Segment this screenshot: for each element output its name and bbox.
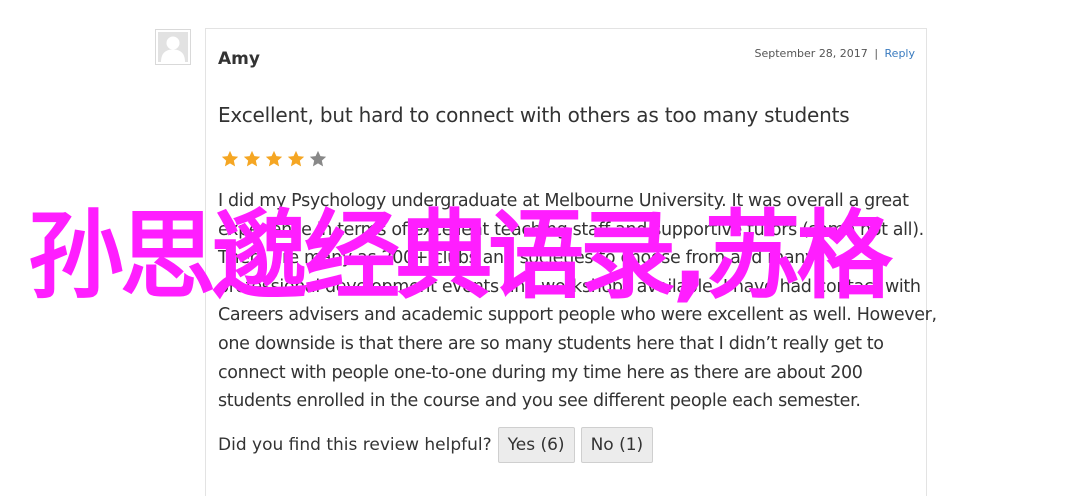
review-body-line: experience in terms of excellent teachin… xyxy=(218,219,924,240)
helpful-section: Did you find this review helpful? Yes (6… xyxy=(218,427,654,463)
star-icon xyxy=(309,150,327,167)
star-icon xyxy=(265,150,283,167)
review-body: I did my Psychology undergraduate at Mel… xyxy=(218,187,937,416)
review-page: Amy September 28, 2017 | Reply Excellent… xyxy=(0,0,1080,496)
review-date: September 28, 2017 xyxy=(754,47,868,60)
review-body-line: Careers advisers and academic support pe… xyxy=(218,305,937,326)
helpful-question: Did you find this review helpful? xyxy=(218,435,492,455)
review-meta: September 28, 2017 | Reply xyxy=(755,47,915,60)
star-rating xyxy=(220,149,328,169)
no-vote-button[interactable]: No (1) xyxy=(580,427,654,463)
meta-separator: | xyxy=(874,47,879,60)
review-body-line: students enrolled in the course and you … xyxy=(218,391,861,412)
reply-link[interactable]: Reply xyxy=(885,47,915,60)
review-body-line: I did my Psychology undergraduate at Mel… xyxy=(218,191,909,211)
star-icon xyxy=(221,150,239,167)
review-body-line: one downside is that there are so many s… xyxy=(218,333,884,354)
avatar xyxy=(155,29,191,65)
review-title: Excellent, but hard to connect with othe… xyxy=(218,103,850,127)
yes-vote-button[interactable]: Yes (6) xyxy=(497,427,575,463)
review-author: Amy xyxy=(218,49,260,69)
review-body-line: connect with people one-to-one during my… xyxy=(218,362,863,383)
star-icon xyxy=(243,150,261,167)
review-body-line: professional development events and work… xyxy=(218,276,921,297)
user-silhouette-icon xyxy=(158,32,188,62)
review-card: Amy September 28, 2017 | Reply Excellent… xyxy=(205,28,937,496)
star-icon xyxy=(287,150,305,167)
review-body-line: There are many as 200+ clubs and societi… xyxy=(218,248,816,269)
